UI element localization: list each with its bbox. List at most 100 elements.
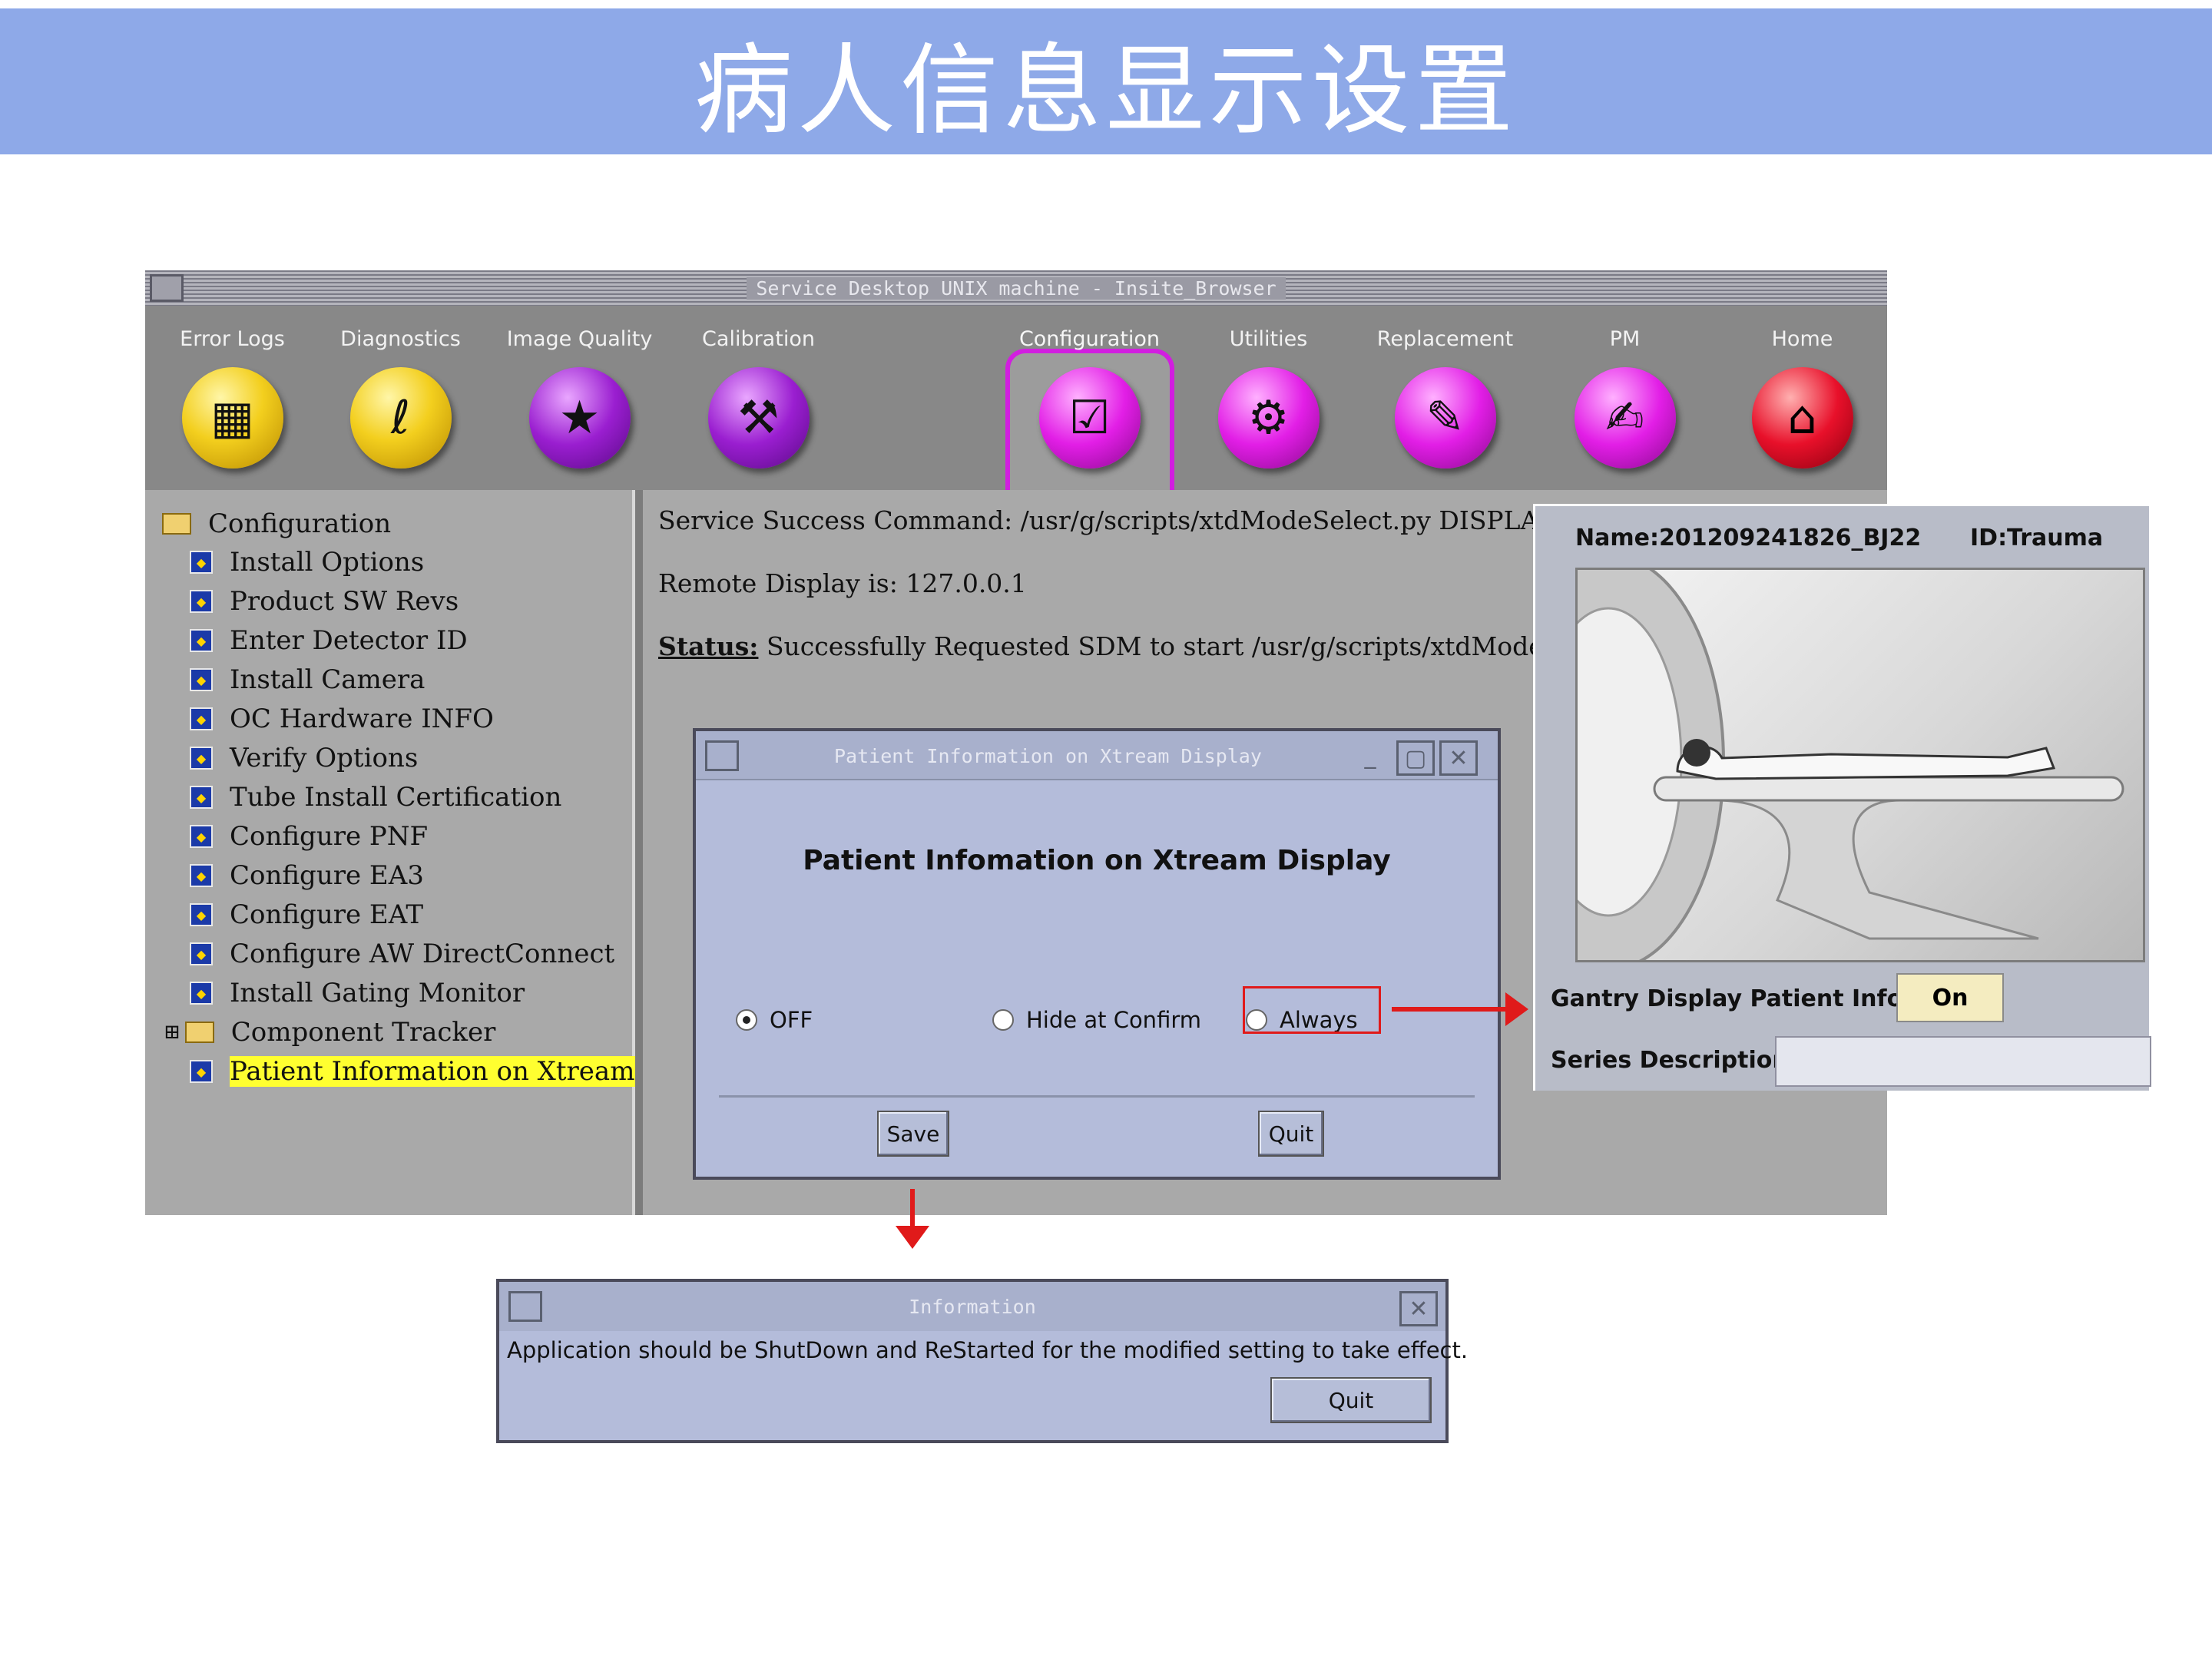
config-tree: Configuration ◆ Install Options ◆ Product … — [145, 490, 686, 1215]
dialog-separator — [719, 1095, 1475, 1098]
tree-item-configure-eat[interactable]: ◆ Configure EAT — [190, 896, 423, 933]
tree-item-component-tracker[interactable]: ⊞ Component Tracker — [164, 1014, 495, 1051]
toolbar-utilities[interactable]: Utilities ⚙ — [1182, 306, 1355, 490]
annotation-arrowhead-down — [896, 1226, 929, 1249]
annotation-arrow-right — [1392, 1007, 1515, 1012]
info-message: Application should be ShutDown and ReSta… — [507, 1337, 1469, 1363]
gantry-display-value[interactable]: On — [1896, 973, 2004, 1022]
window-title: Service Desktop UNIX machine - Insite_Br… — [747, 276, 1286, 300]
annotation-arrowhead-right — [1505, 992, 1528, 1026]
status-label: Status: — [658, 631, 759, 661]
tree-item-oc-hardware-info[interactable]: ◆ OC Hardware INFO — [190, 700, 494, 737]
dialog-heading: Patient Infomation on Xtream Display — [803, 845, 1391, 876]
folder-icon — [184, 1022, 214, 1043]
toolbar-configuration[interactable]: Configuration ☑ — [1003, 306, 1176, 490]
ct-scanner-illustration — [1578, 570, 2124, 960]
hammer-icon[interactable]: ⚒ — [707, 367, 810, 469]
toolbox-icon[interactable]: ⚙ — [1217, 367, 1320, 469]
stethoscope-icon[interactable]: ℓ — [349, 367, 452, 469]
slide-header: 病人信息显示设置 — [0, 8, 2212, 154]
slide-title: 病人信息显示设置 — [694, 33, 1518, 148]
radio-icon — [992, 1009, 1014, 1031]
highlight-box — [1243, 986, 1381, 1034]
toolbar-label: Calibration — [702, 327, 815, 351]
panel-splitter[interactable] — [635, 490, 643, 1215]
node-icon: ◆ — [190, 747, 213, 770]
toolbar-label: Utilities — [1229, 327, 1308, 351]
dialog-titlebar[interactable]: Information ✕ — [499, 1282, 1445, 1331]
folder-open-icon — [162, 513, 191, 535]
tree-item-install-options[interactable]: ◆ Install Options — [190, 544, 424, 581]
toolbar-replacement[interactable]: Replacement ✎ — [1359, 306, 1532, 490]
status-text: Successfully Requested SDM to start /usr… — [758, 631, 1648, 661]
toolbar-label: Error Logs — [180, 327, 285, 351]
window-titlebar[interactable]: Service Desktop UNIX machine - Insite_Br… — [145, 270, 1887, 306]
status-line: Status: Successfully Requested SDM to st… — [658, 631, 1647, 661]
toolbar-label: Home — [1771, 327, 1833, 351]
toolbar-pm[interactable]: PM ✍ — [1538, 306, 1711, 490]
radio-hide-at-confirm[interactable]: Hide at Confirm — [992, 1005, 1201, 1035]
node-icon: ◆ — [190, 903, 213, 926]
node-icon: ◆ — [190, 668, 213, 691]
series-description-field[interactable] — [1775, 1036, 2151, 1087]
node-icon: ◆ — [190, 786, 213, 809]
checklist-icon[interactable]: ☑ — [1038, 367, 1141, 469]
node-icon: ◆ — [190, 590, 213, 613]
expand-plus-icon[interactable]: ⊞ — [164, 1021, 180, 1044]
quit-button[interactable]: Quit — [1258, 1111, 1324, 1157]
toolbar-error-logs[interactable]: Error Logs ▦ — [146, 306, 319, 490]
node-icon: ◆ — [190, 1060, 213, 1083]
tree-item-configure-aw-directconnect[interactable]: ◆ Configure AW DirectConnect — [190, 935, 614, 972]
dialog-title: Patient Information on Xtream Display — [834, 744, 1262, 767]
radio-selected-icon — [736, 1009, 757, 1031]
home-icon[interactable]: ⌂ — [1751, 367, 1853, 469]
series-description-label: Series Description — [1551, 1047, 1789, 1074]
tree-item-configure-ea3[interactable]: ◆ Configure EA3 — [190, 857, 424, 894]
tree-item-product-sw-revs[interactable]: ◆ Product SW Revs — [190, 583, 459, 620]
close-icon[interactable]: ✕ — [1439, 740, 1478, 776]
ct-scanner-image — [1575, 568, 2145, 962]
save-button[interactable]: Save — [877, 1111, 949, 1157]
toolbar-diagnostics[interactable]: Diagnostics ℓ — [314, 306, 487, 490]
gantry-display-panel: Name:201209241826_BJ22 ID:Trauma Gantry … — [1533, 504, 2151, 1091]
tree-item-verify-options[interactable]: ◆ Verify Options — [190, 740, 418, 777]
toolbar: Error Logs ▦ Diagnostics ℓ Image Quality… — [145, 306, 1889, 525]
tree-item-install-gating-monitor[interactable]: ◆ Install Gating Monitor — [190, 975, 525, 1012]
toolbar-home[interactable]: Home ⌂ — [1716, 306, 1889, 490]
window-menu-icon[interactable] — [705, 740, 739, 771]
gantry-display-label: Gantry Display Patient Info. — [1551, 985, 1912, 1012]
node-icon: ◆ — [190, 864, 213, 887]
tree-item-patient-information[interactable]: ◆ Patient Information on Xtream Dis — [190, 1053, 686, 1090]
tree-item-enter-detector-id[interactable]: ◆ Enter Detector ID — [190, 622, 468, 659]
table-icon[interactable]: ▦ — [181, 367, 283, 469]
clipboard-tool-icon[interactable]: ✍ — [1574, 367, 1676, 469]
dialog-title: Information — [909, 1295, 1036, 1318]
toolbar-label: Configuration — [1018, 327, 1161, 351]
node-icon: ◆ — [190, 707, 213, 730]
toolbar-image-quality[interactable]: Image Quality ★ — [493, 306, 666, 490]
quit-button[interactable]: Quit — [1270, 1377, 1432, 1423]
node-icon: ◆ — [190, 942, 213, 965]
tree-root-configuration[interactable]: Configuration — [162, 505, 391, 542]
tree-item-tube-install-certification[interactable]: ◆ Tube Install Certification — [190, 779, 561, 816]
radio-off[interactable]: OFF — [736, 1005, 813, 1035]
toolbar-label: Replacement — [1376, 327, 1514, 351]
monitor-star-icon[interactable]: ★ — [528, 367, 631, 469]
minimize-icon[interactable]: _ — [1353, 740, 1387, 771]
toolbar-label: Diagnostics — [340, 327, 461, 351]
close-icon[interactable]: ✕ — [1399, 1291, 1438, 1326]
information-dialog: Information ✕ Application should be Shut… — [496, 1279, 1469, 1443]
toolbar-label: Image Quality — [506, 327, 653, 351]
command-text: Service Success Command: /usr/g/scripts/… — [658, 505, 1628, 535]
dialog-titlebar[interactable]: Patient Information on Xtream Display _ … — [696, 731, 1498, 780]
patient-id: ID:Trauma — [1970, 525, 2104, 551]
wrench-icon[interactable]: ✎ — [1394, 367, 1496, 469]
toolbar-label: PM — [1609, 327, 1641, 351]
toolbar-calibration[interactable]: Calibration ⚒ — [672, 306, 845, 490]
tree-item-configure-pnf[interactable]: ◆ Configure PNF — [190, 818, 428, 855]
node-icon: ◆ — [190, 825, 213, 848]
tree-item-install-camera[interactable]: ◆ Install Camera — [190, 661, 425, 698]
maximize-icon[interactable]: ▢ — [1396, 740, 1435, 776]
node-icon: ◆ — [190, 982, 213, 1005]
patient-info-dialog: Patient Information on Xtream Display _ … — [693, 728, 1501, 1180]
